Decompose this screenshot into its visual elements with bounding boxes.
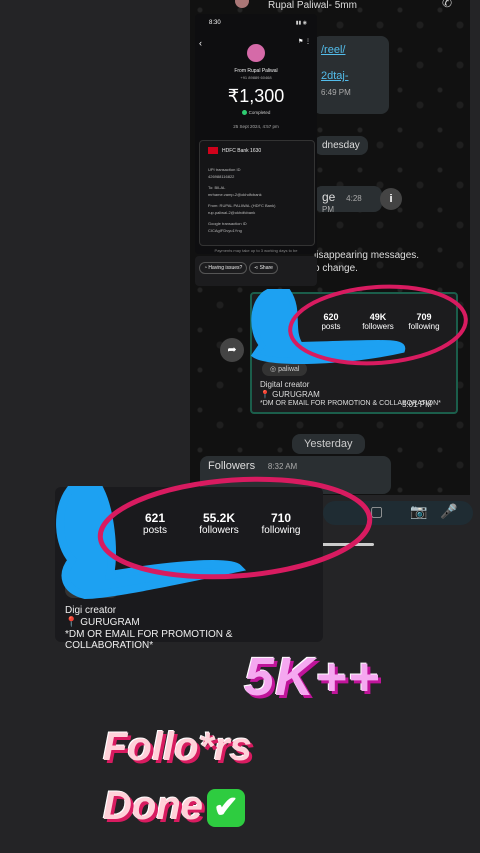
profile-role: Digital creator <box>260 380 310 389</box>
followers-label: followers <box>362 322 394 331</box>
following-count: 710 <box>270 511 292 525</box>
message-link-1[interactable]: /reel/ <box>321 44 381 56</box>
check-mark-icon: ✔ <box>207 789 245 828</box>
threads-tag[interactable]: ◎ paliwal <box>262 362 308 376</box>
from-value: rup.paliwal-2@okhdfcbank <box>208 210 256 215</box>
following-stat: 709 following <box>404 312 444 331</box>
notice-line-2: o change. <box>314 263 358 274</box>
sticker-done-text: Done <box>103 784 203 828</box>
receipt-actions: ◔ Having issues? ⋖ Share <box>195 256 317 286</box>
payment-amount: ₹1,300 <box>227 86 285 106</box>
receipt-menu-icons[interactable]: ⚑ ⋮ <box>298 38 311 45</box>
bank-row: HDFC Bank 1630 <box>208 147 261 154</box>
status-bar-time: 8:30 <box>209 20 221 26</box>
sticker-followers: Follo*rs <box>103 725 252 769</box>
followers-stat: 55.2K followers <box>191 511 247 536</box>
back-chevron-icon[interactable]: ‹ <box>199 38 202 48</box>
following-label: following <box>408 322 440 331</box>
bank-name: HDFC Bank 1630 <box>222 147 262 154</box>
posts-count: 620 <box>323 312 339 322</box>
followers-label: followers <box>199 525 239 536</box>
posts-label: posts <box>321 322 341 331</box>
threads-handle: paliwal <box>278 366 300 373</box>
payment-status-text: Completed <box>248 110 271 115</box>
following-stat: 710 following <box>255 511 307 536</box>
sticker-icon[interactable]: ▢ <box>370 503 383 520</box>
transaction-details-card: HDFC Bank 1630 UPI transaction ID 426988… <box>199 140 315 246</box>
message-time: 6:49 PM <box>321 88 351 97</box>
threads-icon: ◎ <box>73 584 84 594</box>
message-link-2[interactable]: 2dtaj- <box>321 70 381 82</box>
from-label: From: RUPAL PALIWAL (HDFC Bank) <box>208 203 276 208</box>
date-divider-yesterday: Yesterday <box>292 434 365 454</box>
profile-location: 📍 GURUGRAM <box>260 390 320 399</box>
following-label: following <box>261 525 301 536</box>
message-bubble: ge 4:28 PM <box>314 186 382 214</box>
payer-name: From Rupal Paliwal <box>234 68 278 74</box>
upi-label: UPI transaction ID <box>208 167 241 172</box>
share-button[interactable]: ⋖ Share <box>249 262 278 274</box>
play-button[interactable]: ➦ <box>220 338 244 362</box>
having-issues-button[interactable]: ◔ Having issues? <box>199 262 248 274</box>
profile-location: 📍 GURUGRAM <box>65 617 140 628</box>
message-text: ge <box>322 190 336 204</box>
posts-stat: 620 posts <box>316 312 346 331</box>
mic-icon[interactable]: 🎤 <box>440 503 457 520</box>
upi-value: 426988116822 <box>208 174 235 179</box>
to-label: To: BILAL <box>208 185 226 190</box>
followers-message-text: Followers <box>208 460 256 472</box>
followers-count: 49K <box>369 312 387 322</box>
followers-stat: 49K followers <box>358 312 398 331</box>
bank-logo-icon <box>208 147 218 154</box>
info-icon[interactable]: i <box>380 188 402 210</box>
sticker-5k: 5K++ <box>244 647 381 707</box>
sticker-done: Done ✔ <box>103 784 245 829</box>
payer-phone: +91 89889 60468 <box>240 75 272 80</box>
posts-stat: 621 posts <box>137 511 173 536</box>
instagram-profile-new: 621 posts 55.2K followers 710 following ◎ p… <box>55 487 323 651</box>
message-time: 5:01 PM <box>402 400 432 409</box>
share-label: Share <box>259 265 273 271</box>
payer-avatar <box>247 44 265 62</box>
threads-tag[interactable]: ◎ paliwal <box>65 581 119 598</box>
call-icon[interactable]: ✆ <box>442 0 452 10</box>
to-value: mrhame.vamp-2@okhdfcbank <box>208 192 262 197</box>
status-bar-icons: ▮▮ ◉ <box>295 20 307 26</box>
threads-handle: paliwal <box>83 584 111 594</box>
posts-label: posts <box>143 525 167 536</box>
notice-line-1: lisappearing messages. <box>314 250 420 261</box>
posts-count: 621 <box>144 511 166 525</box>
system-notice: lisappearing messages. o change. <box>314 250 419 274</box>
camera-icon[interactable]: 📷 <box>410 503 427 520</box>
check-circle-icon <box>241 110 247 116</box>
google-id-value: CICAgIFDvyu1Yng <box>208 228 242 233</box>
payment-date: 25 Sept 2024, 4:57 pm <box>233 124 279 129</box>
profile-role: Digi creator <box>65 605 117 616</box>
followers-message-time: 8:32 AM <box>267 462 298 471</box>
receipt-footer: Payments may take up to 3 working days t… <box>214 248 298 253</box>
payment-status: Completed <box>195 110 317 116</box>
followers-count: 55.2K <box>202 511 236 525</box>
having-issues-label: Having issues? <box>208 265 243 271</box>
payment-receipt: 8:30 ▮▮ ◉ ‹ ⚑ ⋮ From Rupal Paliwal +91 8… <box>195 14 317 254</box>
contact-name: Rupal Paliwal- 5mm <box>268 0 357 11</box>
threads-icon: ◎ <box>270 366 279 373</box>
following-count: 709 <box>416 312 432 322</box>
date-divider-wednesday: dnesday <box>314 136 368 155</box>
message-link-bubble: /reel/ 2dtaj- 6:49 PM <box>313 36 389 114</box>
google-id-label: Google transaction ID <box>208 221 247 226</box>
instagram-profile-old: 620 posts 49K followers 709 following ◎ pal… <box>250 292 458 414</box>
